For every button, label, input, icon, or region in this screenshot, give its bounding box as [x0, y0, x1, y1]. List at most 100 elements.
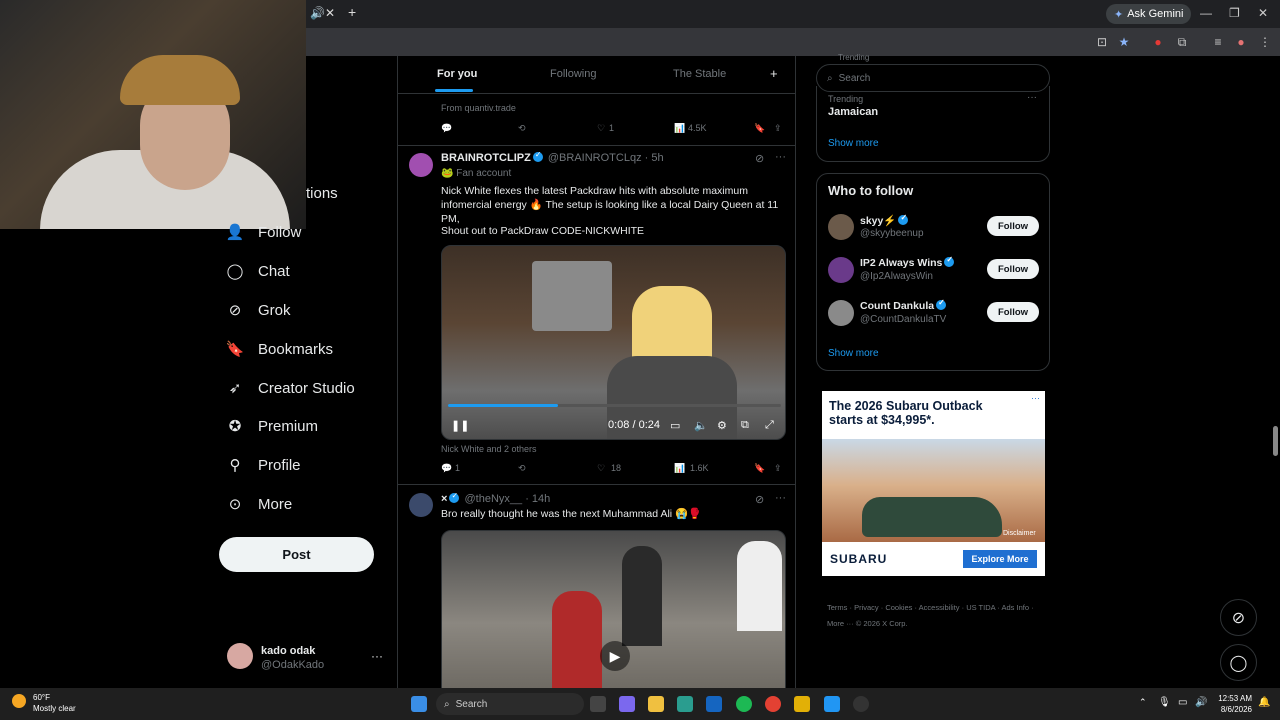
captions-icon[interactable]: ▭ [670, 419, 680, 432]
footer-links[interactable]: Terms · Privacy · Cookies · Accessibilit… [827, 600, 1047, 632]
tab-audio-icon[interactable]: 🔊 [310, 6, 325, 20]
tweet-video[interactable]: ▶ [441, 530, 786, 688]
ad-more-icon[interactable]: ··· [1031, 393, 1040, 403]
bookmark-icon[interactable]: 🔖 [754, 463, 765, 474]
new-tab-button[interactable]: + [348, 4, 356, 20]
trend-more-icon[interactable]: ··· [1027, 92, 1037, 103]
tagged-users[interactable]: Nick White and 2 others [441, 444, 537, 454]
follow-button[interactable]: Follow [987, 302, 1039, 322]
edge-icon[interactable] [677, 696, 693, 712]
reply-icon[interactable]: 💬 [441, 463, 452, 474]
add-tab-button[interactable]: + [770, 66, 778, 81]
scrollbar-thumb[interactable] [1273, 426, 1278, 456]
restore-icon[interactable]: ❐ [1229, 6, 1240, 20]
sidebar-item-more[interactable]: ⊙ More [226, 495, 292, 514]
sidebar-item-profile[interactable]: ⚲ Profile [226, 456, 301, 475]
tweet-more-icon[interactable]: ··· [775, 151, 786, 163]
file-explorer-icon[interactable] [648, 696, 664, 712]
pause-icon[interactable]: ❚❚ [451, 419, 469, 432]
ad-disclaimer[interactable]: Disclaimer [1003, 530, 1036, 537]
taskbar-search[interactable]: ⌕ Search [436, 693, 584, 715]
follow-suggestion[interactable]: skyy⚡ @skyybeenup Follow [828, 213, 1040, 244]
tweet-time[interactable]: · 5h [645, 152, 664, 164]
ask-gemini-button[interactable]: ✦ Ask Gemini [1106, 4, 1192, 24]
follow-suggestion[interactable]: IP2 Always Wins @Ip2AlwaysWin Follow [828, 255, 1040, 287]
extension-record-icon[interactable]: ● [1150, 34, 1166, 50]
sidebar-item-grok[interactable]: ⊘ Grok [226, 301, 291, 320]
tweet-video[interactable]: ❚❚ 0:08 / 0:24 ▭ 🔈 ⚙ ⧉ ⤢ [441, 245, 786, 440]
follow-suggestion[interactable]: Count Dankula @CountDankulaTV Follow [828, 298, 1040, 330]
avatar[interactable] [409, 153, 433, 177]
spotify-icon[interactable] [736, 696, 752, 712]
reading-list-icon[interactable]: ≡ [1210, 34, 1226, 50]
start-icon[interactable] [411, 696, 427, 712]
sidebar-item-creator-studio[interactable]: ➶ Creator Studio [226, 379, 355, 398]
network-icon[interactable]: ▭ [1178, 697, 1187, 708]
follow-button[interactable]: Follow [987, 259, 1039, 279]
teams-icon[interactable] [619, 696, 635, 712]
avatar[interactable] [409, 493, 433, 517]
photos-icon[interactable] [824, 696, 840, 712]
fullscreen-icon[interactable]: ⤢ [765, 419, 774, 432]
system-clock[interactable]: 12:53 AM 8/6/2026 [1212, 693, 1252, 715]
tab-for-you[interactable]: For you [437, 68, 477, 80]
sidebar-item-notifications-partial[interactable]: tions [306, 185, 338, 202]
obs-icon[interactable] [853, 696, 869, 712]
author-handle[interactable]: @theNyx__ [465, 493, 523, 505]
views-icon[interactable]: 📊 [674, 123, 685, 134]
browser-menu-icon[interactable]: ⋮ [1257, 34, 1273, 50]
notification-icon[interactable]: 🔔 [1258, 697, 1270, 708]
messages-fab-icon[interactable]: ◯ [1220, 644, 1257, 681]
retweet-icon[interactable]: ⟲ [518, 123, 526, 134]
account-switcher[interactable]: kado odak @OdakKado ··· [227, 643, 387, 673]
account-more-icon[interactable]: ··· [371, 649, 383, 663]
volume-icon[interactable]: 🔈 [694, 419, 708, 432]
show-more-link[interactable]: Show more [828, 138, 879, 149]
weather-widget[interactable]: 60°F Mostly clear [12, 692, 76, 714]
mic-icon[interactable]: 🎙 [1158, 697, 1171, 708]
grok-explain-icon[interactable]: ⊘ [755, 493, 764, 506]
author-handle[interactable]: @BRAINROTCLqz [548, 152, 642, 164]
extensions-icon[interactable]: ⧉ [1174, 34, 1190, 50]
tab-the-stable[interactable]: The Stable [673, 68, 726, 80]
post-button[interactable]: Post [219, 537, 374, 572]
install-app-icon[interactable]: ⊡ [1094, 34, 1110, 50]
close-window-icon[interactable]: ✕ [1258, 6, 1268, 20]
author-name[interactable]: BRAINROTCLIPZ [441, 152, 531, 164]
share-icon[interactable]: ⇪ [774, 123, 782, 134]
pip-icon[interactable]: ⧉ [741, 419, 749, 432]
retweet-icon[interactable]: ⟲ [518, 463, 526, 474]
profile-avatar-icon[interactable]: ● [1233, 34, 1249, 50]
trending-topic[interactable]: Jamaican [828, 106, 878, 118]
tray-overflow-icon[interactable]: ⌃ [1139, 697, 1147, 708]
like-icon[interactable]: ♡ [597, 463, 605, 474]
subaru-ad[interactable]: The 2026 Subaru Outback starts at $34,99… [822, 391, 1045, 576]
sidebar-item-premium[interactable]: ✪ Premium [226, 417, 318, 436]
tweet-more-icon[interactable]: ··· [775, 492, 786, 504]
explore-more-button[interactable]: Explore More [963, 550, 1037, 568]
volume-tray-icon[interactable]: 🔊 [1195, 697, 1207, 708]
bookmark-star-icon[interactable]: ★ [1116, 34, 1132, 50]
task-view-icon[interactable] [590, 696, 606, 712]
video-progress-bar[interactable] [448, 404, 781, 407]
follow-button[interactable]: Follow [987, 216, 1039, 236]
minimize-icon[interactable]: — [1200, 6, 1212, 20]
tab-close-button[interactable]: ✕ [325, 6, 335, 20]
settings-icon[interactable]: ⚙ [717, 419, 727, 432]
sidebar-item-chat[interactable]: ◯ Chat [226, 262, 290, 281]
app-icon[interactable] [794, 696, 810, 712]
sidebar-item-follow[interactable]: 👤 Follow [226, 223, 302, 242]
show-more-link[interactable]: Show more [828, 348, 879, 359]
play-icon[interactable]: ▶ [600, 641, 630, 671]
grok-fab-icon[interactable]: ⊘ [1220, 599, 1257, 636]
tweet-time[interactable]: · 14h [525, 493, 550, 505]
grok-explain-icon[interactable]: ⊘ [755, 152, 764, 165]
chrome-icon[interactable] [765, 696, 781, 712]
reply-icon[interactable]: 💬 [441, 123, 452, 134]
like-icon[interactable]: ♡ [597, 123, 605, 134]
store-icon[interactable] [706, 696, 722, 712]
page-scrollbar[interactable] [1271, 56, 1280, 688]
tab-following[interactable]: Following [550, 68, 596, 80]
share-icon[interactable]: ⇪ [774, 463, 782, 474]
bookmark-icon[interactable]: 🔖 [754, 123, 765, 134]
